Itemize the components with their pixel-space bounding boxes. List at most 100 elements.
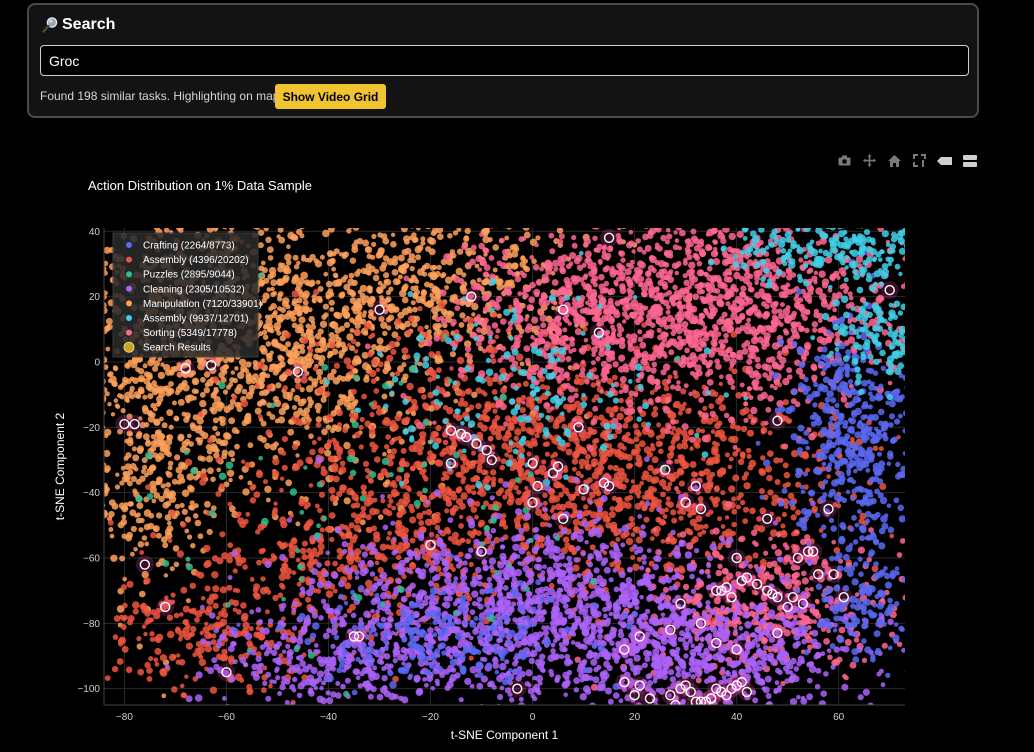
data-point bbox=[920, 477, 927, 484]
data-point bbox=[184, 200, 190, 206]
data-point bbox=[448, 490, 453, 495]
data-point bbox=[94, 648, 99, 653]
data-point bbox=[357, 211, 363, 217]
data-point bbox=[196, 417, 204, 425]
data-point bbox=[628, 516, 635, 522]
data-point bbox=[110, 554, 118, 562]
data-point bbox=[710, 339, 718, 347]
data-point bbox=[403, 472, 411, 479]
data-point bbox=[226, 205, 233, 212]
data-point bbox=[760, 558, 767, 566]
scatter-chart[interactable]: −80 −60 −40 −20 0 20 40 6040200−20−40−60−80−100… bbox=[0, 0, 1034, 752]
data-point bbox=[746, 429, 755, 437]
data-point bbox=[507, 486, 513, 492]
data-point bbox=[209, 443, 218, 451]
data-point bbox=[340, 217, 348, 225]
data-point bbox=[464, 484, 472, 492]
data-point bbox=[360, 505, 367, 512]
data-point bbox=[332, 560, 338, 567]
data-point bbox=[878, 203, 884, 209]
data-point bbox=[257, 229, 265, 236]
data-point bbox=[291, 309, 298, 316]
data-point bbox=[407, 487, 412, 493]
data-point bbox=[506, 498, 514, 506]
data-point bbox=[232, 599, 240, 607]
data-point bbox=[293, 417, 302, 426]
data-point bbox=[153, 418, 161, 426]
data-point bbox=[615, 537, 621, 542]
data-point bbox=[204, 645, 212, 653]
data-point bbox=[422, 271, 428, 277]
data-point bbox=[348, 272, 355, 279]
data-point bbox=[459, 390, 466, 397]
data-point bbox=[434, 459, 441, 466]
data-point bbox=[364, 420, 372, 428]
data-point bbox=[180, 521, 187, 528]
data-point bbox=[358, 444, 364, 450]
data-point bbox=[142, 213, 147, 218]
data-point bbox=[565, 448, 573, 456]
data-point bbox=[549, 508, 555, 513]
data-point bbox=[471, 490, 477, 496]
data-point bbox=[338, 173, 344, 179]
data-point bbox=[145, 383, 153, 391]
data-point bbox=[226, 557, 233, 564]
data-point bbox=[353, 349, 359, 354]
data-point bbox=[75, 265, 81, 271]
data-point bbox=[73, 368, 79, 374]
data-point bbox=[592, 235, 598, 241]
data-point bbox=[83, 449, 88, 454]
data-point bbox=[351, 279, 358, 287]
data-point bbox=[312, 366, 318, 372]
data-point bbox=[307, 396, 313, 402]
data-point bbox=[280, 584, 286, 590]
data-point bbox=[283, 331, 291, 339]
data-point bbox=[87, 401, 94, 408]
data-point bbox=[142, 363, 148, 369]
data-point bbox=[305, 456, 313, 464]
data-point bbox=[749, 507, 756, 515]
data-point bbox=[679, 229, 686, 237]
data-point bbox=[119, 480, 125, 486]
data-point bbox=[682, 434, 690, 442]
data-point bbox=[451, 216, 457, 222]
data-point bbox=[7, 379, 13, 385]
data-point bbox=[199, 399, 207, 408]
data-point bbox=[300, 205, 306, 211]
data-point bbox=[306, 547, 313, 554]
data-point bbox=[344, 582, 352, 590]
data-point bbox=[265, 497, 271, 503]
data-point bbox=[409, 561, 415, 568]
data-point bbox=[291, 537, 297, 543]
data-point bbox=[400, 264, 407, 271]
data-point bbox=[307, 347, 314, 354]
data-point bbox=[107, 519, 114, 526]
data-point bbox=[462, 458, 470, 466]
data-point bbox=[363, 322, 372, 330]
data-point bbox=[387, 503, 392, 509]
data-point bbox=[313, 258, 319, 264]
data-point bbox=[3, 331, 10, 338]
data-point bbox=[69, 473, 74, 478]
data-point bbox=[533, 425, 541, 433]
data-point bbox=[336, 491, 343, 498]
data-point bbox=[889, 533, 895, 539]
data-point bbox=[403, 235, 410, 243]
data-point bbox=[406, 382, 414, 391]
data-point bbox=[325, 280, 333, 288]
data-point bbox=[382, 330, 388, 337]
data-point bbox=[702, 405, 708, 411]
data-point bbox=[401, 286, 408, 292]
data-point bbox=[321, 158, 327, 164]
data-point bbox=[296, 459, 304, 467]
data-point bbox=[405, 329, 412, 336]
data-point bbox=[155, 532, 162, 539]
data-point bbox=[215, 456, 223, 464]
data-point bbox=[164, 531, 173, 540]
data-point bbox=[474, 475, 481, 482]
data-point bbox=[260, 279, 266, 286]
data-point bbox=[183, 219, 190, 226]
data-point bbox=[629, 439, 635, 445]
data-point bbox=[157, 401, 162, 406]
data-point bbox=[219, 192, 223, 196]
